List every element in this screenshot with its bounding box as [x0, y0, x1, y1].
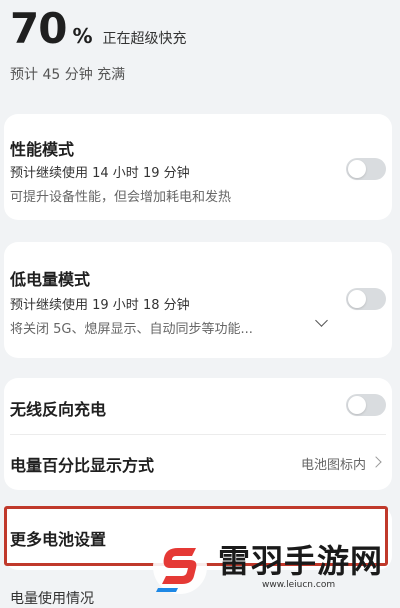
- low-power-mode-title: 低电量模式: [10, 270, 91, 289]
- performance-mode-title: 性能模式: [10, 140, 75, 159]
- battery-percent: 70: [10, 4, 67, 53]
- battery-options-card: 无线反向充电 电量百分比显示方式 电池图标内: [4, 378, 392, 490]
- percent-display-row[interactable]: 电量百分比显示方式 电池图标内: [4, 434, 392, 490]
- battery-percent-unit: %: [72, 24, 93, 48]
- watermark-text: 雷羽手游网: [218, 542, 384, 580]
- battery-header: 70 % 正在超级快充 预计 45 分钟 充满: [0, 0, 400, 100]
- performance-mode-card: 性能模式 预计继续使用 14 小时 19 分钟 可提升设备性能，但会增加耗电和发…: [4, 114, 392, 220]
- battery-usage-section-title: 电量使用情况: [10, 591, 94, 607]
- performance-mode-estimate: 预计继续使用 14 小时 19 分钟: [10, 166, 190, 181]
- site-watermark: 雷羽手游网 www.leiucn.com: [150, 530, 400, 601]
- toggle-knob: [348, 396, 366, 414]
- wireless-reverse-title: 无线反向充电: [10, 400, 107, 419]
- low-power-mode-estimate: 预计继续使用 19 小时 18 分钟: [10, 298, 190, 313]
- chevron-right-icon: [370, 456, 382, 468]
- expand-chevron-down-icon[interactable]: [315, 314, 328, 327]
- percent-display-value: 电池图标内: [300, 458, 366, 473]
- watermark-url: www.leiucn.com: [262, 580, 336, 590]
- charging-status: 正在超级快充: [102, 31, 187, 47]
- performance-mode-toggle[interactable]: [346, 158, 386, 180]
- percent-display-title: 电量百分比显示方式: [10, 456, 155, 475]
- low-power-mode-description: 将关闭 5G、熄屏显示、自动同步等功能...: [10, 322, 253, 337]
- watermark-logo-icon: [153, 540, 207, 594]
- wireless-reverse-toggle[interactable]: [346, 394, 386, 416]
- battery-percent-row: 70 % 正在超级快充: [10, 8, 187, 50]
- performance-mode-description: 可提升设备性能，但会增加耗电和发热: [10, 190, 232, 205]
- low-power-mode-card: 低电量模式 预计继续使用 19 小时 18 分钟 将关闭 5G、熄屏显示、自动同…: [4, 242, 392, 358]
- low-power-mode-toggle[interactable]: [346, 288, 386, 310]
- wireless-reverse-row[interactable]: 无线反向充电: [4, 378, 392, 434]
- charge-eta: 预计 45 分钟 充满: [10, 67, 126, 83]
- toggle-knob: [348, 290, 366, 308]
- toggle-knob: [348, 160, 366, 178]
